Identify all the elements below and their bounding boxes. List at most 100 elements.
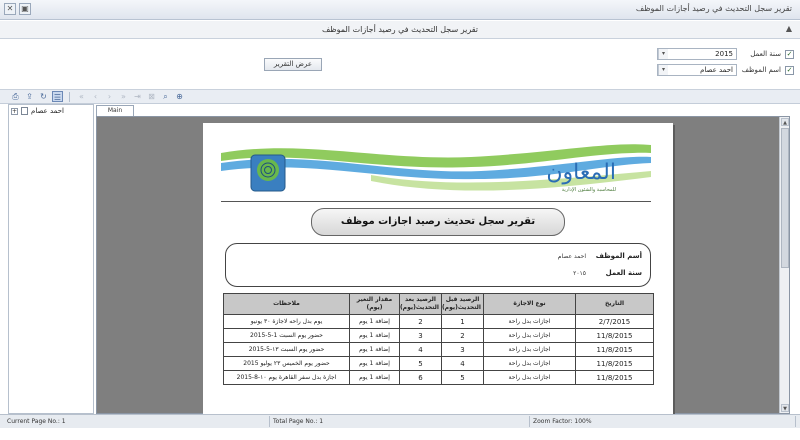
expand-icon[interactable]: + <box>11 107 18 115</box>
employee-info-label: أسم الموظف <box>595 252 642 260</box>
col-header-change: مقدار التغير (يوم) <box>349 293 400 315</box>
employee-info-row: أسم الموظف احمد عصام <box>558 252 642 260</box>
cell-balance-after: 4 <box>399 342 442 357</box>
cell-balance-after: 2 <box>399 314 442 329</box>
employee-combo[interactable]: ▾ احمد عصام <box>657 64 737 76</box>
report-title: تقرير سجل تحديث رصيد اجازات موظف <box>311 208 565 236</box>
stop-icon[interactable]: ⊠ <box>146 91 157 102</box>
col-header-date: التاريخ <box>575 293 654 315</box>
table-row: 2/7/2015 اجازات بدل راحة 1 2 إضافة 1 يوم… <box>223 314 654 329</box>
cell-balance-before: 3 <box>441 342 484 357</box>
cell-notes: حضور يوم السبت 1-5-2015 <box>223 328 350 343</box>
col-header-leave-type: نوع الاجازة <box>483 293 576 315</box>
scroll-thumb[interactable] <box>781 128 789 268</box>
balance-history-table-wrap: التاريخ نوع الاجازة الرصيد قبل التحديث(ي… <box>223 293 654 385</box>
document-icon <box>21 107 28 115</box>
report-banner: المعاون للمحاسبة والشئون الإدارية <box>221 144 651 193</box>
window-title: تقرير سجل التحديث في رصيد أجازات الموظف <box>635 4 792 13</box>
report-bar-title: تقرير سجل التحديث في رصيد أجازات الموظف <box>321 25 479 34</box>
app-icon: ▣ <box>19 3 31 15</box>
total-page-status: Total Page No.: 1 <box>270 416 530 427</box>
cell-date: 11/8/2015 <box>575 356 654 371</box>
report-header-bar: ▲ تقرير سجل التحديث في رصيد أجازات الموظ… <box>0 21 800 39</box>
parameters-panel: ✓ سنة العمل ▾ 2015 ✓ اسم الموظف ▾ احمد ع… <box>0 40 800 90</box>
employee-info-value: احمد عصام <box>557 252 586 260</box>
employee-value: احمد عصام <box>700 66 733 74</box>
report-page: المعاون للمحاسبة والشئون الإدارية تقرير … <box>203 123 673 415</box>
table-header-row: التاريخ نوع الاجازة الرصيد قبل التحديث(ي… <box>223 293 654 315</box>
cell-leave-type: اجازات بدل راحة <box>483 370 576 385</box>
view-report-button[interactable]: عرض التقرير <box>264 58 322 71</box>
table-row: 11/8/2015 اجازات بدل راحة 5 6 إضافة 1 يو… <box>223 370 654 385</box>
table-row: 11/8/2015 اجازات بدل راحة 3 4 إضافة 1 يو… <box>223 342 654 357</box>
work-year-value: 2015 <box>715 50 733 58</box>
toolbar-separator <box>69 91 70 102</box>
cell-balance-before: 2 <box>441 328 484 343</box>
cell-leave-type: اجازات بدل راحة <box>483 356 576 371</box>
next-page-icon[interactable]: › <box>104 91 115 102</box>
year-info-label: سنة العمل <box>605 269 642 277</box>
export-icon[interactable]: ⇪ <box>24 91 35 102</box>
table-row: 11/8/2015 اجازات بدل راحة 4 5 إضافة 1 يو… <box>223 356 654 371</box>
cell-date: 11/8/2015 <box>575 328 654 343</box>
cell-notes: يوم بدل راحه لاجازة ٣٠ يونيو <box>223 314 350 329</box>
table-row: 11/8/2015 اجازات بدل راحة 2 3 إضافة 1 يو… <box>223 328 654 343</box>
cell-leave-type: اجازات بدل راحة <box>483 342 576 357</box>
cell-change: إضافة 1 يوم <box>349 356 400 371</box>
tree-node[interactable]: + احمد عصام <box>11 107 64 115</box>
cell-change: إضافة 1 يوم <box>349 314 400 329</box>
cell-balance-after: 5 <box>399 356 442 371</box>
cell-leave-type: اجازات بدل راحة <box>483 328 576 343</box>
work-year-row: ✓ سنة العمل ▾ 2015 <box>657 48 794 60</box>
zoom-status: Zoom Factor: 100% <box>530 416 796 427</box>
print-icon[interactable]: ⎙ <box>10 91 21 102</box>
year-info-row: سنة العمل ٢٠١٥ <box>573 269 642 277</box>
work-year-checkbox[interactable]: ✓ <box>785 49 794 59</box>
cell-date: 2/7/2015 <box>575 314 654 329</box>
find-icon[interactable]: ⌕ <box>160 91 171 102</box>
close-icon[interactable]: ✕ <box>4 3 16 15</box>
scroll-up-icon[interactable]: ▲ <box>781 118 789 126</box>
logo-emblem-icon <box>250 154 286 192</box>
cell-notes: حضور يوم السبت ١٣-5-2015 <box>223 342 350 357</box>
viewer-toolbar: ⎙ ⇪ ↻ ☰ « ‹ › » ⇥ ⊠ ⌕ ⊕ <box>0 90 800 104</box>
employee-row: ✓ اسم الموظف ▾ احمد عصام <box>657 64 794 76</box>
current-page-status: Current Page No.: 1 <box>4 416 270 427</box>
cell-leave-type: اجازات بدل راحة <box>483 314 576 329</box>
logo-text: المعاون <box>546 160 616 185</box>
zoom-icon[interactable]: ⊕ <box>174 91 185 102</box>
scroll-down-icon[interactable]: ▼ <box>781 404 789 412</box>
cell-balance-after: 6 <box>399 370 442 385</box>
tab-main-report[interactable]: Main Report <box>96 105 134 124</box>
col-header-notes: ملاحظات <box>223 293 350 315</box>
col-header-balance-before: الرصيد قبل التحديث(يوم) <box>441 293 484 315</box>
cell-balance-before: 5 <box>441 370 484 385</box>
cell-date: 11/8/2015 <box>575 342 654 357</box>
window-controls: ✕ ▣ <box>4 3 31 15</box>
cell-notes: اجازة بدل سفر القاهرة يوم ١٠-8-2015 <box>223 370 350 385</box>
employee-checkbox[interactable]: ✓ <box>785 65 794 75</box>
work-year-label: سنة العمل <box>750 50 781 58</box>
cell-balance-before: 1 <box>441 314 484 329</box>
cell-balance-before: 4 <box>441 356 484 371</box>
tree-toggle-icon[interactable]: ☰ <box>52 91 63 102</box>
work-year-combo[interactable]: ▾ 2015 <box>657 48 737 60</box>
logo-subtitle: للمحاسبة والشئون الإدارية <box>562 187 617 193</box>
col-header-balance-after: الرصيد بعد التحديث(يوم) <box>399 293 442 315</box>
cell-change: إضافة 1 يوم <box>349 342 400 357</box>
chevron-down-icon[interactable]: ▾ <box>658 49 668 59</box>
status-bar: Current Page No.: 1 Total Page No.: 1 Zo… <box>0 414 800 428</box>
year-info-value: ٢٠١٥ <box>573 269 586 277</box>
refresh-icon[interactable]: ↻ <box>38 91 49 102</box>
vertical-scrollbar[interactable]: ▲ ▼ <box>779 117 789 413</box>
prev-page-icon[interactable]: ‹ <box>90 91 101 102</box>
last-page-icon[interactable]: » <box>118 91 129 102</box>
group-tree-panel: + احمد عصام <box>8 104 94 414</box>
chevron-down-icon[interactable]: ▾ <box>658 65 668 75</box>
employee-info-box: أسم الموظف احمد عصام سنة العمل ٢٠١٥ <box>225 243 651 287</box>
cell-change: إضافة 1 يوم <box>349 328 400 343</box>
header-divider <box>221 201 651 202</box>
cell-date: 11/8/2015 <box>575 370 654 385</box>
first-page-icon[interactable]: « <box>76 91 87 102</box>
goto-icon[interactable]: ⇥ <box>132 91 143 102</box>
